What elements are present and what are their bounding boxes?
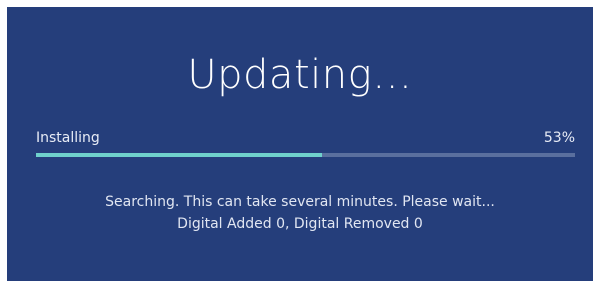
progress-bar bbox=[36, 153, 575, 157]
progress-status-row: Installing 53% bbox=[36, 130, 575, 148]
status-message: Searching. This can take several minutes… bbox=[105, 194, 495, 210]
status-label: Installing bbox=[36, 130, 100, 146]
dialog-title: Updating… bbox=[187, 52, 413, 98]
progress-percent: 53% bbox=[543, 130, 575, 146]
update-dialog: Updating… Installing 53% Searching. This… bbox=[7, 7, 593, 281]
channel-count-message: Digital Added 0, Digital Removed 0 bbox=[177, 216, 423, 232]
progress-bar-fill bbox=[36, 153, 322, 157]
